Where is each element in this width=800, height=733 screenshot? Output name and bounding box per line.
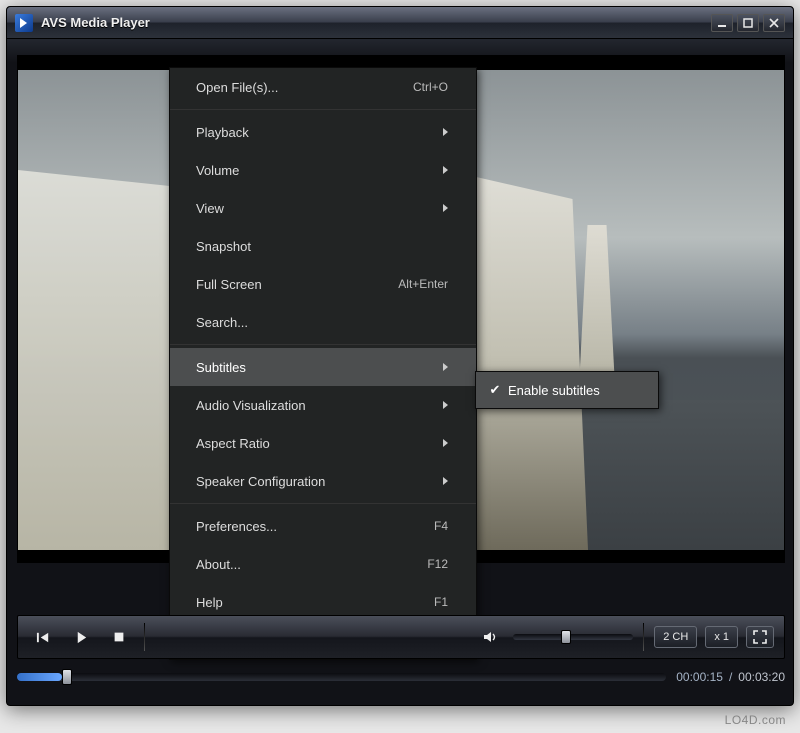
menu-shortcut: Ctrl+O [413,80,448,94]
previous-button[interactable] [28,623,58,651]
submenu-arrow-icon [443,166,448,174]
menu-preferences[interactable]: Preferences... F4 [170,507,476,545]
menu-label: Volume [196,163,431,178]
submenu-arrow-icon [443,401,448,409]
app-icon [15,14,33,32]
time-separator: / [729,670,732,684]
menu-shortcut: F12 [427,557,448,571]
menu-view[interactable]: View [170,189,476,227]
maximize-button[interactable] [737,14,759,32]
menu-about[interactable]: About... F12 [170,545,476,583]
playback-controls: 2 CH x 1 [17,615,785,659]
control-separator [643,623,644,651]
menu-label: About... [196,557,409,572]
titlebar: AVS Media Player [7,7,793,39]
menu-subtitles[interactable]: Subtitles [170,348,476,386]
mute-button[interactable] [475,623,505,651]
control-separator [144,623,145,651]
seek-fill [17,673,62,681]
time-current: 00:00:15 [676,670,723,684]
app-window: AVS Media Player Open File(s)... Ctrl+O [6,6,794,706]
menu-playback[interactable]: Playback [170,113,476,151]
menu-label: Subtitles [196,360,431,375]
close-button[interactable] [763,14,785,32]
fullscreen-button[interactable] [746,626,774,648]
timeline: 00:00:15 / 00:03:20 [17,663,785,691]
menu-label: Snapshot [196,239,448,254]
speed-button[interactable]: x 1 [705,626,738,648]
time-total: 00:03:20 [738,670,785,684]
menu-shortcut: F4 [434,519,448,533]
context-menu: Open File(s)... Ctrl+O Playback Volume V… [169,67,477,660]
window-buttons [711,14,785,32]
submenu-arrow-icon [443,363,448,371]
subtitles-submenu: ✔ Enable subtitles [475,371,659,409]
menu-label: Preferences... [196,519,416,534]
minimize-button[interactable] [711,14,733,32]
menu-label: Open File(s)... [196,80,395,95]
check-icon: ✔ [486,382,504,398]
menu-divider [170,109,476,110]
menu-label: Playback [196,125,431,140]
menu-search[interactable]: Search... [170,303,476,341]
menu-label: Help [196,595,416,610]
speed-label: x 1 [714,631,729,643]
menu-label: Audio Visualization [196,398,431,413]
stop-button[interactable] [104,623,134,651]
channels-button[interactable]: 2 CH [654,626,697,648]
menu-volume[interactable]: Volume [170,151,476,189]
volume-slider[interactable] [513,634,633,640]
menu-label: Speaker Configuration [196,474,431,489]
time-display: 00:00:15 / 00:03:20 [676,670,785,684]
menu-divider [170,503,476,504]
watermark: LO4D.com [725,713,786,727]
menu-label: Search... [196,315,448,330]
submenu-arrow-icon [443,477,448,485]
seek-thumb[interactable] [62,669,72,685]
menu-label: Aspect Ratio [196,436,431,451]
menu-divider [170,344,476,345]
submenu-enable-subtitles[interactable]: ✔ Enable subtitles [476,372,658,408]
menu-shortcut: Alt+Enter [398,277,448,291]
window-title: AVS Media Player [41,15,711,30]
submenu-arrow-icon [443,204,448,212]
menu-snapshot[interactable]: Snapshot [170,227,476,265]
menu-aspect-ratio[interactable]: Aspect Ratio [170,424,476,462]
menu-label: Full Screen [196,277,380,292]
menu-open-file[interactable]: Open File(s)... Ctrl+O [170,68,476,106]
submenu-arrow-icon [443,128,448,136]
play-button[interactable] [66,623,96,651]
menu-audio-visualization[interactable]: Audio Visualization [170,386,476,424]
menu-label: View [196,201,431,216]
menu-fullscreen[interactable]: Full Screen Alt+Enter [170,265,476,303]
seek-bar[interactable] [17,673,666,681]
channels-label: 2 CH [663,631,688,643]
menu-speaker-config[interactable]: Speaker Configuration [170,462,476,500]
submenu-label: Enable subtitles [508,383,600,398]
menu-shortcut: F1 [434,595,448,609]
submenu-arrow-icon [443,439,448,447]
volume-thumb[interactable] [561,630,571,644]
